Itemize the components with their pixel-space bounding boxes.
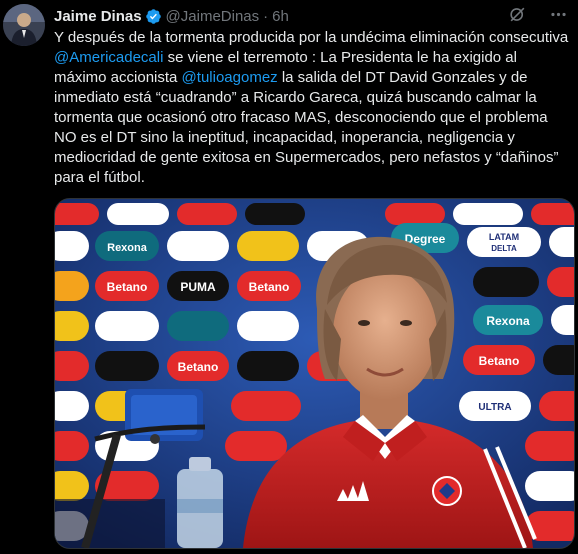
- tweet-media-photo[interactable]: Rexona Degree LATAM DELTA Betano PUMA Be…: [54, 198, 575, 549]
- verified-badge-icon: [145, 8, 162, 25]
- svg-text:Rexona: Rexona: [107, 242, 148, 254]
- svg-text:Betano: Betano: [107, 280, 148, 294]
- header-separator: ·: [263, 7, 269, 25]
- grok-icon[interactable]: [508, 5, 527, 24]
- water-bottle: [177, 457, 223, 548]
- svg-text:PUMA: PUMA: [180, 280, 216, 294]
- svg-text:ULTRA: ULTRA: [478, 402, 511, 413]
- svg-text:Rexona: Rexona: [486, 314, 530, 328]
- svg-text:LATAM: LATAM: [489, 232, 519, 242]
- author-display-name[interactable]: Jaime Dinas: [54, 8, 142, 25]
- svg-text:DELTA: DELTA: [491, 244, 517, 253]
- svg-text:Betano: Betano: [249, 280, 290, 294]
- tweet-timestamp[interactable]: 6h: [272, 8, 289, 25]
- mention-link[interactable]: @Americadecali: [54, 49, 163, 66]
- svg-text:Betano: Betano: [479, 354, 520, 368]
- mention-link[interactable]: @tulioagomez: [182, 69, 278, 86]
- author-handle[interactable]: @JaimeDinas: [166, 8, 260, 25]
- tweet-card[interactable]: Jaime Dinas @JaimeDinas · 6h Y después d: [0, 0, 578, 554]
- tweet-text: Y después de la tormenta producida por l…: [54, 28, 572, 188]
- press-conference-photo: Rexona Degree LATAM DELTA Betano PUMA Be…: [55, 199, 574, 548]
- tweet-header: Jaime Dinas @JaimeDinas · 6h: [54, 6, 289, 26]
- avatar[interactable]: [3, 4, 45, 46]
- svg-text:Betano: Betano: [178, 360, 219, 374]
- more-options-icon[interactable]: [549, 5, 568, 24]
- avatar-image: [3, 4, 45, 46]
- header-actions: [508, 5, 568, 24]
- tweet-text-segment: la salida del DT David Gonzales y de inm…: [54, 69, 559, 186]
- tweet-text-segment: Y después de la tormenta producida por l…: [54, 29, 569, 46]
